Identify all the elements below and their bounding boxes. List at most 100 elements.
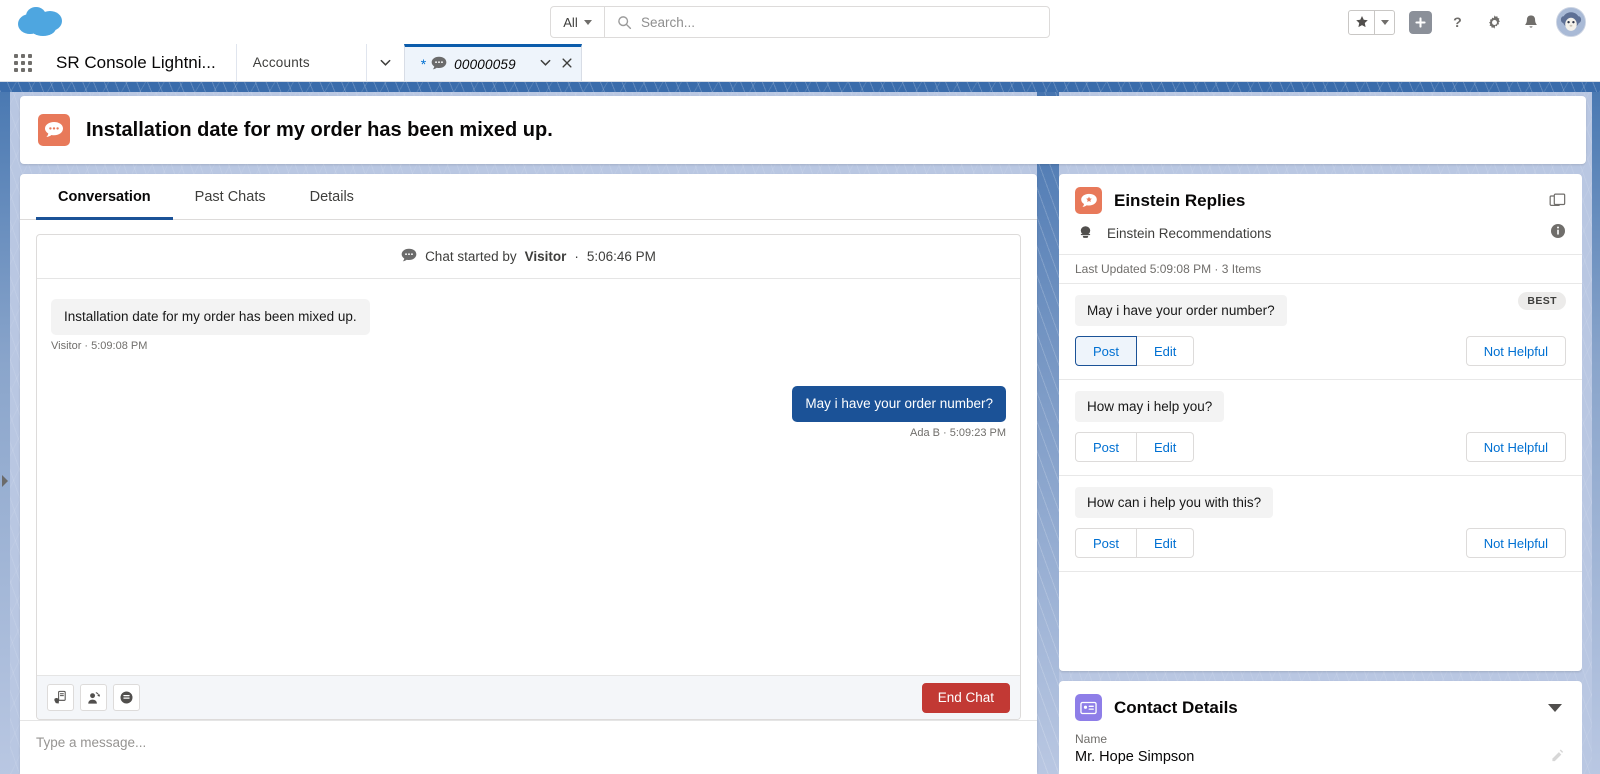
contact-fields: Name Mr. Hope Simpson Title [1059, 721, 1582, 774]
workspace-tab-close-button[interactable] [561, 57, 573, 72]
chevron-down-icon [583, 19, 592, 25]
conversation-tabs: Conversation Past Chats Details [20, 174, 1037, 220]
bell-icon [1525, 14, 1537, 28]
search-input[interactable] [641, 14, 1049, 30]
einstein-reply-text: How may i help you? [1075, 391, 1225, 422]
global-header: All Search... ? [0, 0, 1600, 44]
setup-button[interactable] [1482, 10, 1506, 34]
workspace-tab-menu-button[interactable] [539, 56, 552, 72]
salesforce-cloud-logo[interactable] [14, 2, 70, 42]
search-scope-selector[interactable]: All [551, 7, 605, 37]
case-header: Installation date for my order has been … [20, 96, 1586, 164]
tab-past-chats[interactable]: Past Chats [173, 174, 288, 219]
einstein-reply-list: BEST May i have your order number? Post … [1059, 284, 1582, 671]
field-value: Mr. Hope Simpson [1075, 749, 1195, 765]
global-search[interactable]: All [550, 6, 1050, 38]
tab-details-label: Details [309, 188, 354, 205]
star-icon[interactable] [1349, 11, 1374, 34]
unsaved-indicator: * [420, 56, 427, 72]
contact-field-name: Name Mr. Hope Simpson [1075, 725, 1566, 774]
einstein-source-label: Einstein Recommendations [1107, 226, 1272, 241]
svg-text:?: ? [1453, 15, 1462, 31]
not-helpful-button[interactable]: Not Helpful [1465, 432, 1566, 462]
einstein-reply-text: How can i help you with this? [1075, 487, 1274, 518]
workspace-tab-00000059[interactable]: * 00000059 [403, 44, 582, 81]
favorites-group[interactable] [1348, 9, 1395, 35]
plus-icon [1408, 10, 1432, 34]
question-icon: ? [1453, 15, 1462, 31]
header-actions: ? [1348, 7, 1586, 37]
chat-started-actor: Visitor [524, 249, 567, 264]
nav-tab-accounts-label: Accounts [252, 55, 310, 70]
message-composer[interactable]: Type a message... [20, 720, 1037, 774]
einstein-reply-item: BEST May i have your order number? Post … [1059, 284, 1582, 380]
contact-panel-title: Contact Details [1114, 697, 1238, 717]
einstein-reply-item: How may i help you? Post Edit Not Helpfu… [1059, 380, 1582, 476]
einstein-expand-button[interactable] [1549, 193, 1566, 209]
nav-tabs-overflow-button[interactable] [365, 44, 404, 81]
app-launcher-button[interactable] [0, 44, 46, 81]
end-chat-button[interactable]: End Chat [921, 682, 1010, 713]
contact-card-icon [1075, 694, 1102, 721]
einstein-reply-actions: Post Edit Not Helpful [1075, 336, 1566, 366]
chat-started-time: 5:06:46 PM [586, 249, 656, 264]
sidebar-collapse-handle[interactable] [0, 472, 9, 490]
post-edit-group: Post Edit [1075, 528, 1195, 558]
composer-placeholder: Type a message... [36, 735, 147, 750]
einstein-panel-header: Einstein Replies [1059, 174, 1582, 214]
chevron-down-icon [540, 59, 551, 66]
chat-emoji-icon[interactable] [113, 684, 140, 711]
workspace-top-band [0, 82, 1600, 92]
chevron-down-icon [380, 59, 391, 66]
chevron-down-icon[interactable] [1374, 10, 1394, 34]
message-bubble-visitor: Installation date for my order has been … [51, 299, 370, 336]
console-tab-bar: SR Console Lightni... Accounts * 0000005… [0, 44, 1600, 82]
app-name[interactable]: SR Console Lightni... [46, 44, 236, 81]
post-button[interactable]: Post [1075, 336, 1138, 366]
einstein-panel-title: Einstein Replies [1114, 190, 1246, 210]
not-helpful-button[interactable]: Not Helpful [1465, 336, 1566, 366]
einstein-reply-actions: Post Edit Not Helpful [1075, 528, 1566, 558]
tab-conversation-label: Conversation [58, 188, 151, 205]
quick-text-icon[interactable] [47, 684, 74, 711]
chat-transcript: Chat started by Visitor · 5:06:46 PM Ins… [36, 234, 1021, 720]
help-button[interactable]: ? [1445, 10, 1469, 34]
transfer-icon[interactable] [80, 684, 107, 711]
chat-icon [431, 56, 447, 73]
chevron-right-icon [2, 475, 8, 487]
contact-panel-collapse-button[interactable] [1544, 697, 1566, 719]
right-sidebar: Einstein Replies Einstein Recommendation… [1059, 174, 1582, 774]
edit-pencil-icon[interactable] [1551, 749, 1564, 767]
search-scope-label: All [563, 14, 578, 30]
chat-toolbar: End Chat [37, 675, 1020, 719]
edit-button[interactable]: Edit [1137, 432, 1195, 462]
post-button[interactable]: Post [1075, 528, 1138, 558]
notifications-button[interactable] [1519, 10, 1543, 34]
workspace-splitter[interactable] [1037, 92, 1059, 774]
not-helpful-button[interactable]: Not Helpful [1465, 528, 1566, 558]
contact-details-panel: Contact Details Name Mr. Hope Simpson [1059, 681, 1582, 774]
message-item: Installation date for my order has been … [51, 299, 1006, 352]
tab-conversation[interactable]: Conversation [36, 174, 173, 220]
tab-details[interactable]: Details [288, 174, 376, 219]
info-icon [1551, 224, 1565, 238]
close-icon [562, 57, 572, 68]
workspace-right-edge [1592, 92, 1600, 774]
einstein-icon [1075, 187, 1102, 214]
chat-started-separator: · [574, 249, 579, 264]
edit-button[interactable]: Edit [1137, 528, 1195, 558]
conversation-panel: Conversation Past Chats Details Chat sta… [20, 174, 1037, 774]
einstein-replies-panel: Einstein Replies Einstein Recommendation… [1059, 174, 1582, 671]
avatar[interactable] [1556, 7, 1586, 37]
message-meta: Visitor · 5:09:08 PM [51, 340, 148, 353]
global-create-button[interactable] [1408, 10, 1432, 34]
message-list: Installation date for my order has been … [37, 279, 1020, 675]
gear-icon [1488, 14, 1500, 29]
tab-past-chats-label: Past Chats [194, 188, 266, 205]
einstein-last-updated: Last Updated 5:09:08 PM · 3 Items [1059, 254, 1582, 284]
edit-button[interactable]: Edit [1137, 336, 1195, 366]
nav-tab-accounts[interactable]: Accounts [235, 44, 366, 81]
app-launcher-icon [14, 53, 32, 72]
post-button[interactable]: Post [1075, 432, 1138, 462]
einstein-info-button[interactable] [1550, 223, 1566, 244]
